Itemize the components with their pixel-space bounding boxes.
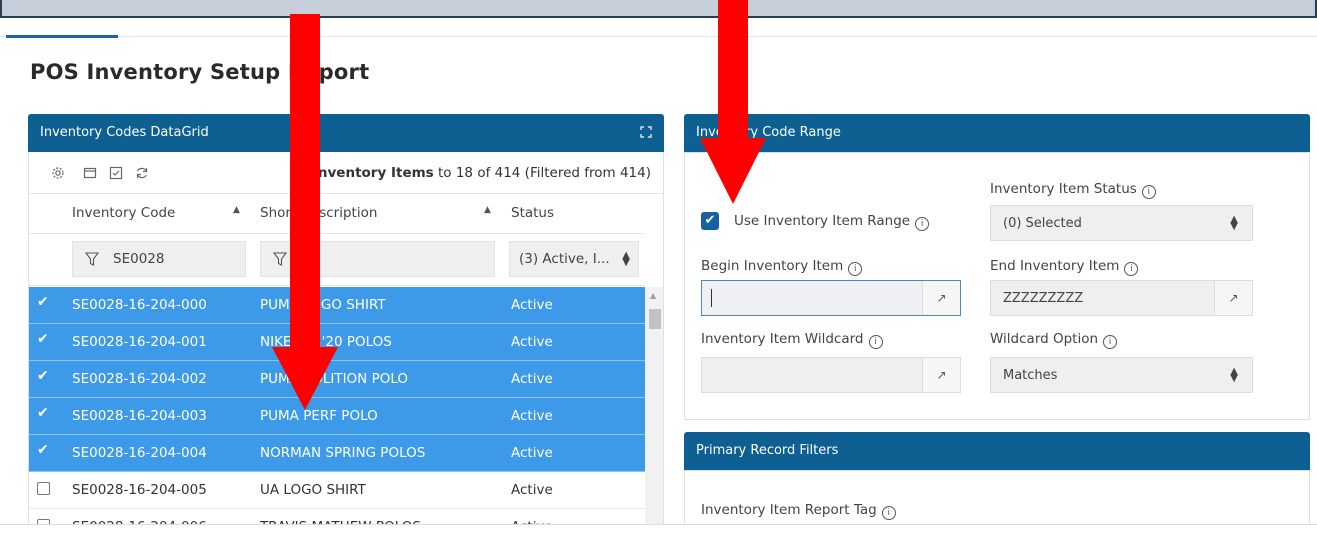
info-icon[interactable]: i	[1141, 185, 1156, 199]
report-tag-label-text: Inventory Item Report Tag	[701, 502, 877, 518]
info-icon[interactable]: i	[868, 335, 883, 349]
row-status: Active	[511, 482, 553, 498]
text-caret	[711, 289, 712, 307]
popout-icon[interactable]: ↗	[1214, 281, 1252, 315]
row-code: SE0028-16-204-002	[72, 371, 207, 387]
row-status: Active	[511, 334, 553, 350]
table-row[interactable]: ✔ SE0028-16-204-004 NORMAN SPRING POLOS Act…	[29, 435, 645, 472]
code-filter-value: SE0028	[113, 251, 165, 267]
row-description: NORMAN SPRING POLOS	[260, 445, 426, 461]
code-filter-input[interactable]: SE0028	[72, 241, 246, 277]
filter-icon	[85, 252, 99, 266]
items-range: to 18 of 414 (Filtered from 414)	[438, 165, 651, 181]
status-select[interactable]: (0) Selected ▲ ▼	[990, 205, 1253, 241]
select-arrows-icon: ▲ ▼	[622, 250, 630, 268]
top-bar	[0, 0, 1317, 18]
row-status: Active	[511, 408, 553, 424]
sort-asc-icon[interactable]: ▲	[233, 205, 240, 215]
select-arrows-icon: ▲ ▼	[1230, 366, 1238, 384]
column-header-code[interactable]: Inventory Code	[72, 205, 175, 221]
wildcard-option-label-text: Wildcard Option	[990, 331, 1099, 347]
expand-icon[interactable]	[640, 126, 652, 138]
row-description: UA LOGO SHIRT	[260, 482, 366, 498]
end-item-value: ZZZZZZZZZ	[1003, 291, 1084, 306]
wildcard-option-value: Matches	[1003, 368, 1058, 383]
select-all-icon[interactable]	[109, 166, 123, 180]
settings-icon[interactable]	[51, 166, 65, 180]
info-icon[interactable]: i	[1124, 262, 1139, 276]
report-tag-label: Inventory Item Report Tag i	[701, 502, 896, 520]
row-checkbox[interactable]: ✔	[37, 369, 50, 383]
filters-panel-title: Primary Record Filters	[696, 443, 839, 458]
filters-panel-header: Primary Record Filters	[684, 432, 1310, 470]
table-row[interactable]: SE0028-16-204-005 UA LOGO SHIRT Active	[29, 472, 645, 509]
grid-panel-header: Inventory Codes DataGrid	[28, 114, 664, 152]
row-checkbox[interactable]: ✔	[37, 443, 50, 457]
scroll-thumb[interactable]	[649, 309, 661, 329]
row-code: SE0028-16-204-004	[72, 445, 207, 461]
items-count: Inventory Items to 18 of 414 (Filtered f…	[313, 165, 651, 181]
wildcard-label-text: Inventory Item Wildcard	[701, 331, 864, 347]
row-checkbox[interactable]: ✔	[37, 295, 50, 309]
row-code: SE0028-16-204-005	[72, 482, 207, 498]
wildcard-input[interactable]: ↗	[701, 357, 961, 393]
sort-asc-icon[interactable]: ▲	[484, 205, 491, 215]
wildcard-option-select[interactable]: Matches ▲ ▼	[990, 357, 1253, 393]
inventory-grid: Inventory Items to 18 of 414 (Filtered f…	[28, 152, 664, 533]
refresh-icon[interactable]	[135, 166, 149, 180]
bottom-edge	[0, 524, 1317, 533]
popout-icon[interactable]: ↗	[922, 358, 960, 392]
column-header-status[interactable]: Status	[511, 205, 554, 221]
row-description: PUMA PERF POLO	[260, 408, 378, 424]
info-icon[interactable]: i	[1103, 335, 1118, 349]
use-range-label: Use Inventory Item Range i	[734, 213, 930, 231]
row-code: SE0028-16-204-001	[72, 334, 207, 350]
use-range-checkbox[interactable]: ✔	[701, 212, 719, 230]
popout-icon[interactable]: ↗	[922, 281, 960, 315]
row-status: Active	[511, 371, 553, 387]
info-icon[interactable]: i	[848, 262, 863, 276]
status-select-value: (0) Selected	[1003, 216, 1082, 231]
status-label: Inventory Item Status i	[990, 181, 1156, 199]
tab-divider	[0, 36, 1317, 37]
wildcard-option-label: Wildcard Option i	[990, 331, 1118, 349]
end-label-text: End Inventory Item	[990, 258, 1120, 274]
red-arrow-right	[700, 0, 766, 204]
active-tab-indicator[interactable]	[6, 35, 118, 38]
row-checkbox[interactable]: ✔	[37, 406, 50, 420]
end-label: End Inventory Item i	[990, 258, 1139, 276]
begin-item-input[interactable]: ↗	[701, 280, 961, 316]
info-icon[interactable]: i	[915, 217, 930, 231]
row-checkbox[interactable]: ✔	[37, 332, 50, 346]
wildcard-label: Inventory Item Wildcard i	[701, 331, 883, 349]
red-arrow-left	[272, 14, 338, 410]
range-panel-header: Inventory Code Range	[684, 114, 1310, 152]
row-status: Active	[511, 297, 553, 313]
columns-icon[interactable]	[83, 166, 97, 180]
end-item-input[interactable]: ZZZZZZZZZ ↗	[990, 280, 1253, 316]
grid-toolbar: Inventory Items to 18 of 414 (Filtered f…	[29, 152, 663, 194]
row-code: SE0028-16-204-003	[72, 408, 207, 424]
info-icon[interactable]: i	[881, 506, 896, 520]
status-filter-value: (3) Active, I...	[519, 251, 610, 267]
status-label-text: Inventory Item Status	[990, 181, 1137, 197]
begin-label-text: Begin Inventory Item	[701, 258, 844, 274]
row-checkbox[interactable]	[37, 482, 50, 495]
row-status: Active	[511, 445, 553, 461]
row-code: SE0028-16-204-000	[72, 297, 207, 313]
use-range-label-text: Use Inventory Item Range	[734, 213, 911, 229]
scroll-up-icon[interactable]: ▲	[650, 291, 656, 300]
grid-panel-title: Inventory Codes DataGrid	[40, 125, 209, 140]
select-arrows-icon: ▲ ▼	[1230, 214, 1238, 232]
begin-label: Begin Inventory Item i	[701, 258, 863, 276]
status-filter-select[interactable]: (3) Active, I... ▲ ▼	[509, 241, 639, 277]
grid-scrollbar[interactable]: ▲	[645, 287, 663, 533]
